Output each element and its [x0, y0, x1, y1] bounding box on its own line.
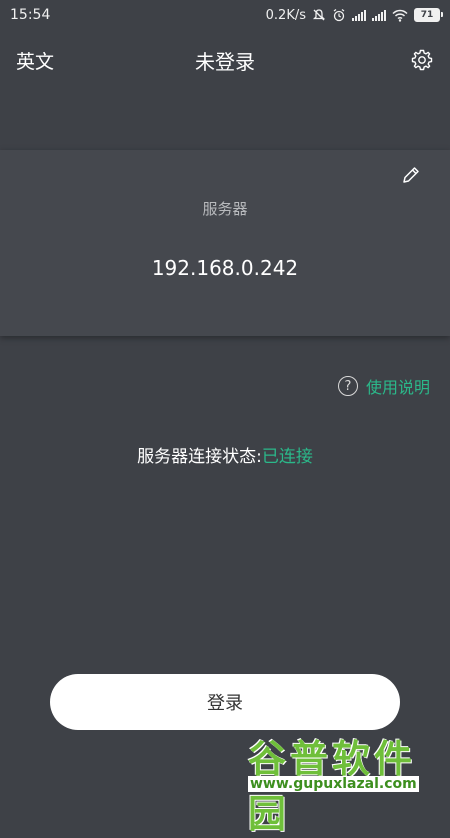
connection-status: 服务器连接状态:已连接	[0, 442, 450, 467]
toolbar: 英文 未登录	[0, 38, 450, 82]
watermark: 谷普软件园 www.gupuxlazal.com	[248, 728, 446, 836]
signal-icon-2	[372, 9, 386, 21]
network-speed: 0.2K/s	[265, 7, 306, 23]
server-label: 服务器	[202, 200, 248, 218]
question-icon: ?	[337, 376, 358, 396]
help-link[interactable]: ? 使用说明	[337, 374, 430, 398]
language-toggle[interactable]: 英文	[16, 47, 54, 74]
status-time: 15:54	[10, 7, 51, 23]
login-button[interactable]: 登录	[50, 674, 400, 730]
signal-icon	[352, 9, 366, 21]
status-bar: 15:54 0.2K/s 71	[0, 0, 450, 30]
page-title: 未登录	[195, 49, 255, 74]
watermark-url: www.gupuxlazal.com	[248, 776, 419, 792]
server-address: 192.168.0.242	[151, 256, 299, 280]
help-label: 使用说明	[365, 378, 430, 397]
mute-icon	[312, 9, 326, 21]
status-icons: 0.2K/s 71	[265, 7, 443, 23]
battery-icon: 71	[414, 8, 443, 22]
alarm-icon	[333, 8, 345, 22]
server-card	[0, 150, 450, 336]
connection-label: 服务器连接状态:	[137, 447, 262, 467]
pencil-icon[interactable]	[400, 164, 422, 186]
wifi-icon	[392, 9, 408, 22]
gear-icon[interactable]	[410, 48, 434, 72]
connection-value: 已连接	[261, 447, 313, 467]
